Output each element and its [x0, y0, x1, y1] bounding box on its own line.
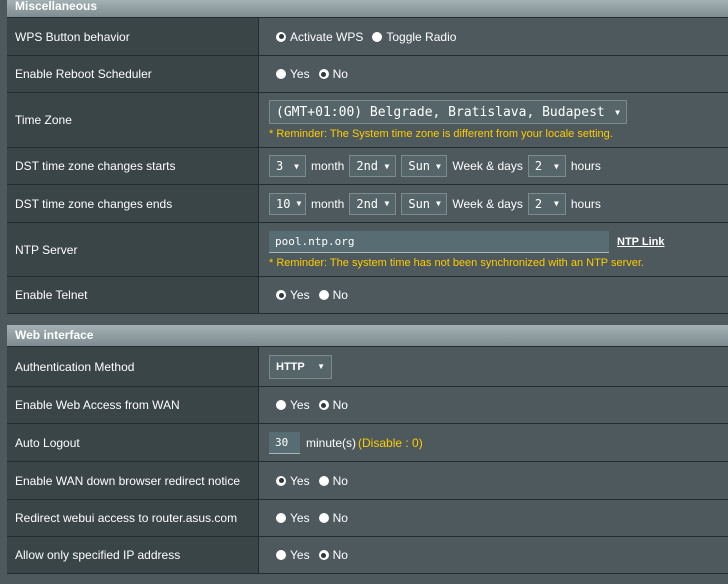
wan-redirect-row: Enable WAN down browser redirect notice … — [7, 461, 728, 499]
auth-label: Authentication Method — [7, 347, 258, 386]
redirect-webui-yes-radio[interactable] — [276, 513, 286, 523]
dst-start-day-value: Sun — [408, 159, 431, 173]
wps-activate-radio[interactable] — [276, 31, 286, 42]
timezone-value: (GMT+01:00) Belgrade, Bratislava, Budape… — [276, 104, 605, 120]
telnet-row: Enable Telnet Yes No — [7, 276, 728, 314]
ntp-row: NTP Server pool.ntp.org NTP Link * Remin… — [7, 222, 728, 276]
telnet-no-text: No — [332, 288, 348, 302]
auto-logout-input[interactable]: 30 — [269, 431, 300, 454]
chevron-down-icon: ▼ — [384, 161, 390, 171]
dst-start-month-value: 3 — [276, 159, 284, 173]
auth-method-select[interactable]: HTTP ▼ — [269, 354, 332, 379]
wan-redirect-no-radio[interactable] — [318, 475, 329, 486]
chevron-down-icon: ▼ — [436, 161, 441, 171]
chevron-down-icon: ▼ — [294, 161, 299, 171]
wan-redirect-no-text: No — [332, 473, 348, 488]
wps-row: WPS Button behavior Activate WPS Toggle … — [7, 17, 728, 55]
auth-row: Authentication Method HTTP ▼ — [7, 346, 728, 386]
auto-logout-label: Auto Logout — [7, 424, 258, 461]
chevron-down-icon: ▼ — [615, 107, 620, 117]
auto-logout-unit: minute(s) — [306, 435, 357, 450]
redirect-webui-yes-text: Yes — [290, 511, 310, 525]
timezone-reminder: * Reminder: The System time zone is diff… — [269, 128, 613, 140]
chevron-down-icon: ▼ — [296, 199, 302, 208]
redirect-webui-no-radio[interactable] — [318, 513, 329, 523]
chevron-down-icon: ▼ — [317, 362, 325, 371]
dst-end-row: DST time zone changes ends 10 ▼ month 2nd… — [7, 184, 728, 222]
redirect-webui-row: Redirect webui access to router.asus.com… — [7, 499, 728, 536]
reboot-label: Enable Reboot Scheduler — [7, 56, 258, 92]
dst-end-hour-value: 2 — [534, 196, 543, 211]
auto-logout-row: Auto Logout 30 minute(s) (Disable : 0) — [7, 423, 728, 461]
dst-start-month-text: month — [311, 159, 345, 173]
dst-start-week-value: 2nd — [356, 159, 379, 173]
dst-start-label: DST time zone changes starts — [7, 148, 258, 184]
wps-label: WPS Button behavior — [7, 18, 258, 55]
dst-end-hour-select[interactable]: 2 ▼ — [527, 192, 566, 215]
wan-redirect-yes-text: Yes — [290, 473, 310, 488]
telnet-yes-text: Yes — [290, 288, 310, 302]
misc-section-header: Miscellaneous — [7, 0, 728, 17]
dst-end-label: DST time zone changes ends — [7, 185, 258, 222]
dst-start-hours-text: hours — [570, 159, 601, 173]
dst-end-week-select[interactable]: 2nd ▼ — [349, 192, 397, 215]
wan-access-row: Enable Web Access from WAN Yes No — [7, 386, 728, 423]
wan-access-no-text: No — [332, 398, 348, 412]
wan-access-label: Enable Web Access from WAN — [7, 387, 258, 423]
dst-end-day-value: Sun — [408, 196, 431, 211]
ntp-server-input[interactable]: pool.ntp.org — [269, 230, 609, 253]
chevron-down-icon: ▼ — [554, 161, 559, 171]
timezone-row: Time Zone (GMT+01:00) Belgrade, Bratisla… — [7, 92, 728, 147]
dst-end-hours-text: hours — [570, 196, 601, 211]
reboot-yes-text: Yes — [290, 67, 310, 81]
wan-redirect-label: Enable WAN down browser redirect notice — [7, 462, 258, 499]
redirect-webui-label: Redirect webui access to router.asus.com — [7, 500, 258, 536]
allow-ip-label: Allow only specified IP address — [7, 537, 258, 573]
wan-access-yes-text: Yes — [290, 398, 310, 412]
chevron-down-icon: ▼ — [554, 199, 559, 208]
web-section-header: Web interface — [7, 325, 728, 346]
telnet-label: Enable Telnet — [7, 277, 258, 313]
telnet-no-radio[interactable] — [318, 290, 329, 300]
chevron-down-icon: ▼ — [384, 199, 390, 208]
dst-end-month-value: 10 — [276, 196, 291, 211]
allow-ip-no-text: No — [332, 548, 348, 562]
dst-start-week-select[interactable]: 2nd ▼ — [349, 155, 397, 177]
ntp-label: NTP Server — [7, 223, 258, 276]
dst-start-weekdays-text: Week & days — [452, 159, 523, 173]
dst-end-month-select[interactable]: 10 ▼ — [269, 192, 306, 215]
reboot-no-radio[interactable] — [318, 69, 329, 79]
timezone-select[interactable]: (GMT+01:00) Belgrade, Bratislava, Budape… — [269, 100, 627, 124]
dst-start-row: DST time zone changes starts 3 ▼ month 2n… — [7, 147, 728, 184]
wps-toggle-radio[interactable] — [372, 31, 383, 42]
ntp-reminder: * Reminder: The system time has not been… — [269, 256, 644, 269]
allow-ip-yes-radio[interactable] — [276, 550, 286, 560]
redirect-webui-no-text: No — [332, 511, 348, 525]
chevron-down-icon: ▼ — [436, 199, 441, 208]
wan-access-yes-radio[interactable] — [276, 400, 286, 410]
ntp-link[interactable]: NTP Link — [617, 236, 664, 248]
wps-activate-text: Activate WPS — [290, 29, 364, 44]
dst-start-hour-value: 2 — [534, 159, 543, 173]
dst-end-week-value: 2nd — [356, 196, 379, 211]
timezone-label: Time Zone — [7, 93, 258, 147]
reboot-row: Enable Reboot Scheduler Yes No — [7, 55, 728, 92]
allow-ip-no-radio[interactable] — [318, 550, 329, 560]
reboot-yes-radio[interactable] — [276, 69, 286, 79]
wan-access-no-radio[interactable] — [318, 400, 329, 410]
dst-start-day-select[interactable]: Sun ▼ — [401, 155, 448, 177]
allow-ip-row: Allow only specified IP address Yes No — [7, 536, 728, 574]
dst-end-weekdays-text: Week & days — [452, 196, 523, 211]
reboot-no-text: No — [332, 67, 348, 81]
wps-toggle-text: Toggle Radio — [386, 29, 457, 44]
dst-start-month-select[interactable]: 3 ▼ — [269, 155, 306, 177]
telnet-yes-radio[interactable] — [276, 290, 286, 300]
dst-end-month-text: month — [311, 196, 345, 211]
allow-ip-yes-text: Yes — [290, 548, 310, 562]
auth-method-value: HTTP — [276, 360, 305, 373]
dst-start-hour-select[interactable]: 2 ▼ — [527, 155, 566, 177]
wan-redirect-yes-radio[interactable] — [276, 475, 286, 486]
auto-logout-hint: (Disable : 0) — [358, 435, 423, 450]
dst-end-day-select[interactable]: Sun ▼ — [401, 192, 448, 215]
